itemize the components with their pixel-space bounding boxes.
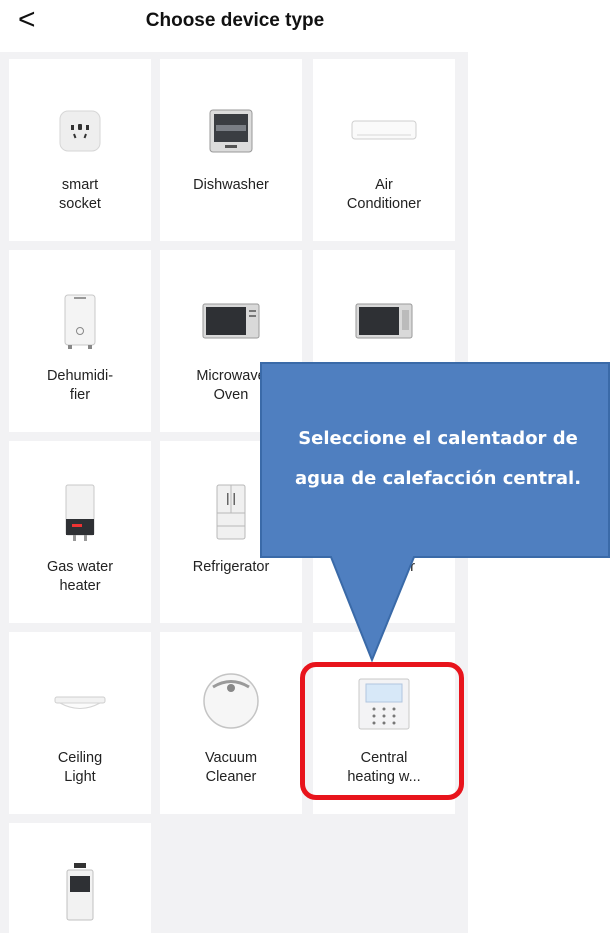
device-tile-smart-socket[interactable]: smart socket bbox=[9, 59, 151, 241]
device-label: smart socket bbox=[59, 177, 101, 212]
header-bar: < Choose device type bbox=[0, 0, 611, 52]
microwave-icon bbox=[160, 292, 302, 352]
device-label: Dehumidi- fier bbox=[46, 368, 114, 403]
device-tile-oven[interactable] bbox=[313, 250, 455, 432]
device-tile-tower-appliance[interactable] bbox=[9, 823, 151, 943]
device-tile-dishwasher[interactable]: Dishwasher bbox=[160, 59, 302, 241]
dishwasher-icon bbox=[160, 101, 302, 161]
dehumidifier-icon bbox=[9, 292, 151, 352]
device-label: Ceiling Light bbox=[57, 750, 103, 785]
tower-appliance-icon bbox=[9, 863, 151, 923]
device-tile-microwave[interactable]: Microwave Oven bbox=[160, 250, 302, 432]
device-label: Gas water heater bbox=[46, 559, 114, 594]
device-label: Refrigerator bbox=[192, 559, 270, 575]
page-title: Choose device type bbox=[145, 10, 325, 31]
vacuum-cleaner-icon bbox=[160, 666, 302, 736]
device-tile-vacuum-cleaner[interactable]: Vacuum Cleaner bbox=[160, 632, 302, 814]
device-tile-dehumidifier[interactable]: Dehumidi- fier bbox=[9, 250, 151, 432]
device-label: Microwave Oven bbox=[196, 368, 266, 403]
device-label: Vacuum Cleaner bbox=[204, 750, 258, 785]
callout-text: Seleccione el calentador de agua de cale… bbox=[294, 428, 582, 489]
device-tile-ceiling-light[interactable]: Ceiling Light bbox=[9, 632, 151, 814]
device-tile-air-conditioner[interactable]: Air Conditioner bbox=[313, 59, 455, 241]
highlight-frame bbox=[300, 662, 464, 800]
air-conditioner-icon bbox=[313, 101, 455, 161]
device-label: er bbox=[402, 559, 415, 575]
ceiling-light-icon bbox=[9, 674, 151, 734]
device-label: Dishwasher bbox=[193, 177, 269, 193]
smart-socket-icon bbox=[9, 101, 151, 161]
device-label: Air Conditioner bbox=[346, 177, 422, 212]
gas-water-heater-icon bbox=[9, 483, 151, 543]
oven-icon bbox=[313, 292, 455, 352]
device-tile-gas-water-heater[interactable]: Gas water heater bbox=[9, 441, 151, 623]
